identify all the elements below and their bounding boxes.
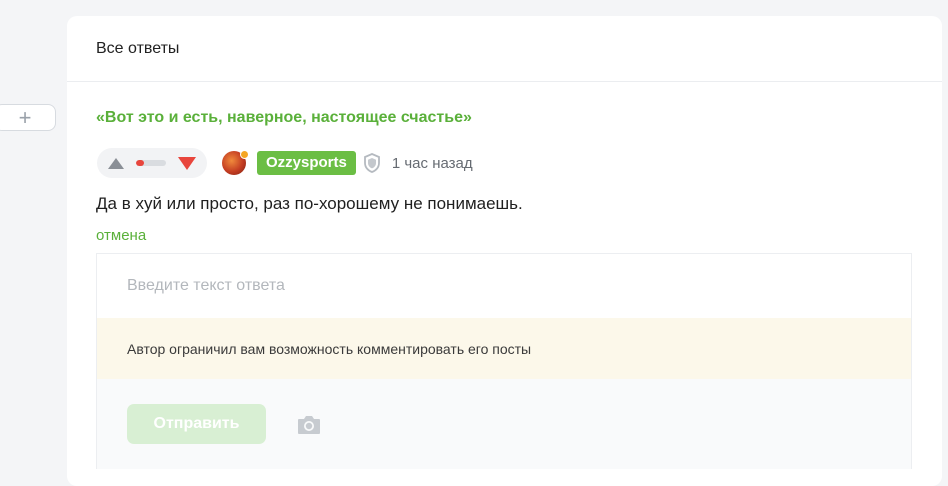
online-status-dot xyxy=(240,150,249,159)
cancel-link[interactable]: отмена xyxy=(96,227,146,244)
reply-footer: Отправить xyxy=(97,379,911,469)
answers-header: Все ответы xyxy=(67,16,942,82)
vote-widget xyxy=(97,148,207,178)
reply-input[interactable] xyxy=(97,254,911,318)
restriction-notice: Автор ограничил вам возможность комменти… xyxy=(97,318,911,379)
comment-meta: Ozzysports 1 час назад xyxy=(97,148,473,178)
avatar[interactable] xyxy=(222,150,249,175)
reply-form: Автор ограничил вам возможность комменти… xyxy=(96,253,912,469)
send-button[interactable]: Отправить xyxy=(127,404,266,444)
comment-timestamp: 1 час назад xyxy=(391,154,473,172)
downvote-icon[interactable] xyxy=(178,156,196,170)
rating-bar-fill xyxy=(136,160,144,166)
shield-icon xyxy=(363,153,381,173)
plus-icon: + xyxy=(18,104,32,130)
answers-title: Все ответы xyxy=(96,39,180,57)
quoted-comment-link[interactable]: «Вот это и есть, наверное, настоящее сча… xyxy=(96,109,472,127)
author-name[interactable]: Ozzysports xyxy=(257,151,356,175)
rating-bar xyxy=(136,160,166,166)
expand-thread-button[interactable]: + xyxy=(0,104,56,131)
upvote-icon[interactable] xyxy=(108,157,124,169)
comment-body: Да в хуй или просто, раз по-хорошему не … xyxy=(96,194,523,213)
camera-icon[interactable] xyxy=(296,414,322,436)
restriction-notice-text: Автор ограничил вам возможность комменти… xyxy=(127,340,532,357)
